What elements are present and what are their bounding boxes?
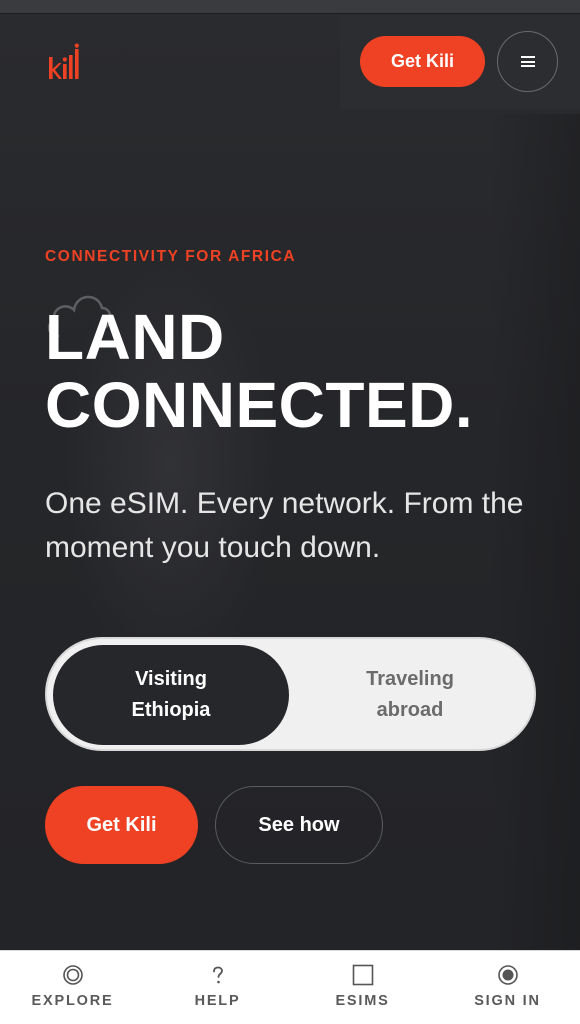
headline-line-2: CONNECTED. <box>45 369 474 441</box>
toggle-traveling-abroad[interactable]: Traveling abroad <box>292 645 528 745</box>
nav-item-sign-in[interactable]: SIGN IN <box>435 951 580 1024</box>
toggle-option-label: Traveling abroad <box>366 668 454 721</box>
square-icon <box>352 964 374 986</box>
hamburger-icon <box>520 56 535 67</box>
top-status-strip <box>0 0 580 14</box>
bottom-nav: EXPLORE HELP ESIMS SIGN IN <box>0 950 580 1024</box>
hero-eyebrow: CONNECTIVITY FOR AFRICA <box>45 248 297 265</box>
audience-toggle: Visiting Ethiopia Traveling abroad <box>45 637 536 751</box>
nav-item-esims[interactable]: ESIMS <box>290 951 435 1024</box>
menu-button[interactable] <box>497 31 558 92</box>
toggle-option-label: Visiting Ethiopia <box>131 668 211 721</box>
nav-item-explore[interactable]: EXPLORE <box>0 951 145 1024</box>
nav-label: SIGN IN <box>474 993 541 1009</box>
headline-line-1: LAND <box>45 301 225 373</box>
target-icon <box>62 964 84 986</box>
nav-label: EXPLORE <box>31 993 114 1009</box>
hero-subhead: One eSIM. Every network. From the moment… <box>45 487 524 564</box>
radio-dot-icon <box>497 964 519 986</box>
hero-headline: LAND CONNECTED. <box>45 303 565 439</box>
site-header: Get Kili <box>0 14 580 109</box>
kili-logo[interactable] <box>46 43 86 83</box>
question-icon <box>207 964 229 986</box>
get-kili-button[interactable]: Get Kili <box>45 786 198 864</box>
header-get-kili-button[interactable]: Get Kili <box>360 36 485 87</box>
nav-label: ESIMS <box>335 993 390 1009</box>
see-how-button[interactable]: See how <box>215 786 383 864</box>
toggle-visiting-ethiopia[interactable]: Visiting Ethiopia <box>53 645 289 745</box>
nav-item-help[interactable]: HELP <box>145 951 290 1024</box>
nav-label: HELP <box>194 993 241 1009</box>
